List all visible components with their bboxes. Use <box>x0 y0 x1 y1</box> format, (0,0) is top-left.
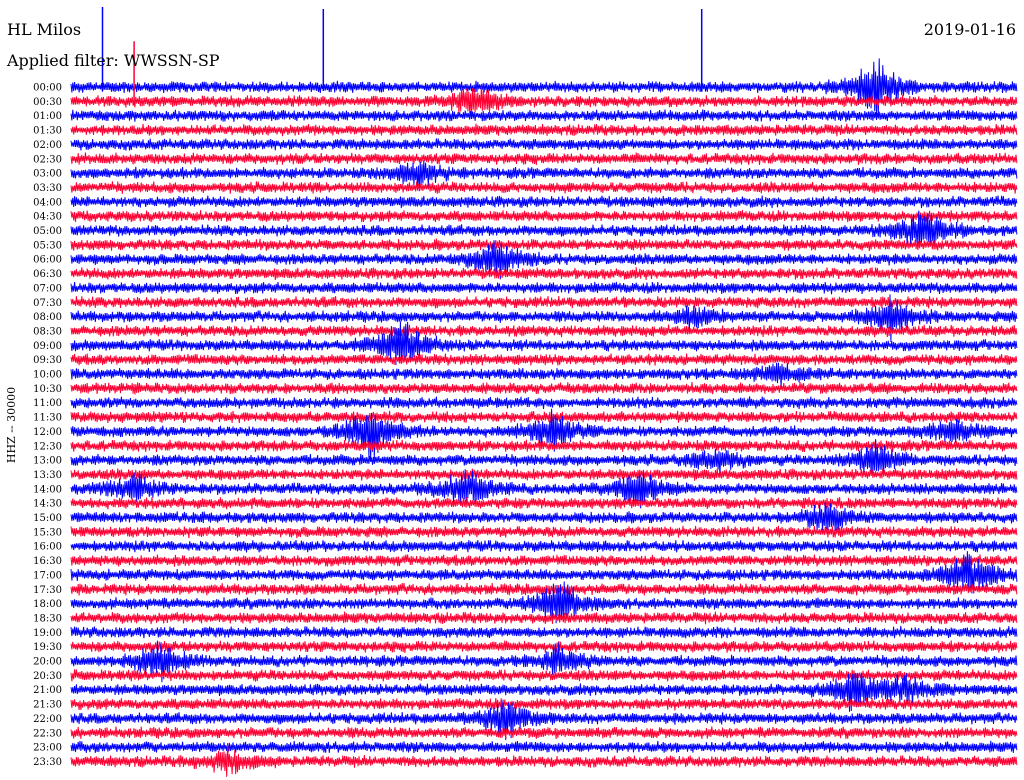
y-tick-label: 10:30 <box>33 384 62 395</box>
y-tick-label: 15:00 <box>33 513 62 524</box>
y-tick-label: 00:00 <box>33 83 62 94</box>
y-tick-label: 12:00 <box>33 427 62 438</box>
trace-5 <box>70 152 1018 166</box>
trace-11 <box>70 238 1018 252</box>
trace-13 <box>70 267 1018 280</box>
trace-3 <box>70 123 1018 137</box>
trace-15 <box>70 295 1018 309</box>
y-tick-label: 10:00 <box>33 370 62 381</box>
y-tick-label: 13:00 <box>33 456 62 467</box>
trace-17 <box>70 324 1018 338</box>
trace-14 <box>70 281 1018 295</box>
y-tick-label: 15:30 <box>33 527 62 538</box>
y-tick-label: 05:30 <box>33 240 62 251</box>
y-tick-label: 23:30 <box>33 757 62 768</box>
trace-46 <box>70 740 1018 754</box>
y-tick-label: 17:30 <box>33 585 62 596</box>
trace-45 <box>70 726 1018 740</box>
filter-label: Applied filter: WWSSN-SP <box>7 51 220 70</box>
trace-38 <box>70 625 1018 639</box>
trace-9 <box>70 210 1018 223</box>
trace-37 <box>70 611 1018 625</box>
trace-4 <box>70 138 1018 151</box>
y-tick-label: 12:30 <box>33 441 62 452</box>
y-tick-label: 18:30 <box>33 613 62 624</box>
y-tick-label: 14:30 <box>33 499 62 510</box>
trace-31 <box>70 525 1018 539</box>
y-tick-label: 20:00 <box>33 657 62 668</box>
trace-41 <box>70 669 1018 682</box>
y-tick-label: 19:30 <box>33 642 62 653</box>
y-tick-label: 16:00 <box>33 542 62 553</box>
trace-7 <box>70 181 1018 194</box>
y-tick-label: 03:30 <box>33 183 62 194</box>
trace-23 <box>70 410 1018 424</box>
y-tick-label: 11:30 <box>33 413 62 424</box>
tick-label-layer: 00:00 00:30 01:00 01:30 02:00 02:30 03:00 03:30… <box>33 83 62 768</box>
trace-22 <box>70 396 1018 410</box>
y-tick-label: 22:00 <box>33 714 62 725</box>
trace-32 <box>70 539 1018 553</box>
trace-layer <box>70 58 1018 777</box>
y-tick-label: 00:30 <box>33 97 62 108</box>
y-tick-label: 06:30 <box>33 269 62 280</box>
trace-2 <box>70 109 1018 122</box>
y-tick-label: 23:00 <box>33 743 62 754</box>
y-tick-label: 01:30 <box>33 126 62 137</box>
y-tick-label: 09:30 <box>33 355 62 366</box>
y-tick-label: 08:00 <box>33 312 62 323</box>
y-tick-label: 21:30 <box>33 700 62 711</box>
trace-19 <box>70 353 1018 366</box>
trace-33 <box>70 554 1018 567</box>
y-tick-label: 07:30 <box>33 298 62 309</box>
y-tick-label: 09:00 <box>33 341 62 352</box>
y-tick-label: 02:30 <box>33 154 62 165</box>
y-tick-label: 08:30 <box>33 326 62 337</box>
y-tick-label: 19:00 <box>33 628 62 639</box>
trace-43 <box>70 697 1018 711</box>
trace-8 <box>70 195 1018 209</box>
y-tick-label: 17:00 <box>33 570 62 581</box>
trace-21 <box>70 381 1018 395</box>
y-tick-label: 04:00 <box>33 197 62 208</box>
y-tick-label: 18:00 <box>33 599 62 610</box>
y-tick-label: 20:30 <box>33 671 62 682</box>
helicorder-chart: 00:00 00:30 01:00 01:30 02:00 02:30 03:00 03:30… <box>5 7 1018 777</box>
y-tick-label: 04:30 <box>33 212 62 223</box>
y-tick-label: 06:00 <box>33 255 62 266</box>
trace-29 <box>70 497 1018 510</box>
y-tick-label: 13:30 <box>33 470 62 481</box>
y-axis-label: HHZ -- 30000 <box>5 387 18 463</box>
y-tick-label: 14:00 <box>33 484 62 495</box>
y-tick-label: 11:00 <box>33 398 62 409</box>
y-tick-label: 21:00 <box>33 685 62 696</box>
y-tick-label: 02:00 <box>33 140 62 151</box>
trace-39 <box>70 640 1018 653</box>
y-tick-label: 03:00 <box>33 169 62 180</box>
y-tick-label: 07:00 <box>33 283 62 294</box>
y-tick-label: 22:30 <box>33 728 62 739</box>
y-tick-label: 05:00 <box>33 226 62 237</box>
y-tick-label: 16:30 <box>33 556 62 567</box>
y-tick-label: 01:00 <box>33 111 62 122</box>
